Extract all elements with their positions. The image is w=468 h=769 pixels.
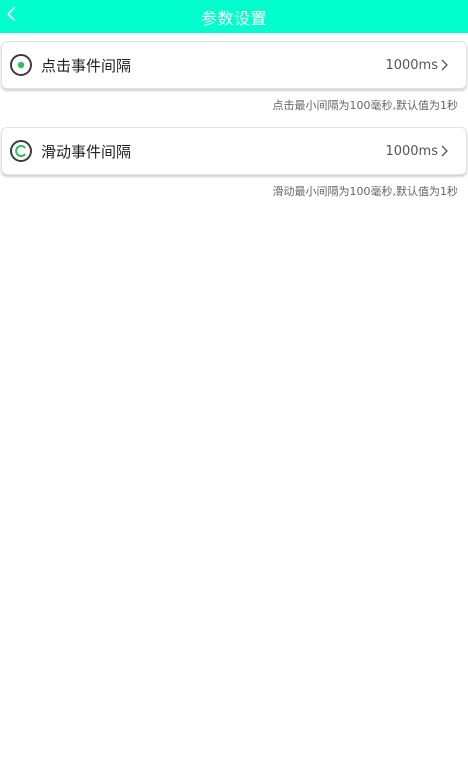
setting-label: 点击事件间隔 xyxy=(41,56,132,75)
chevron-right-icon xyxy=(441,59,448,71)
settings-list: 点击事件间隔 1000ms 点击最小间隔为100毫秒,默认值为1秒 滑动事件间隔… xyxy=(0,33,468,199)
radio-dot-icon xyxy=(9,53,33,77)
swipe-c-icon xyxy=(9,139,33,163)
chevron-right-icon xyxy=(441,145,448,157)
setting-row-swipe-interval[interactable]: 滑动事件间隔 1000ms xyxy=(1,127,467,175)
top-bar: 参数设置 xyxy=(0,0,468,33)
chevron-left-icon xyxy=(7,7,15,21)
back-button[interactable] xyxy=(4,4,18,24)
setting-row-click-interval[interactable]: 点击事件间隔 1000ms xyxy=(1,41,467,89)
setting-label: 滑动事件间隔 xyxy=(41,142,132,161)
setting-hint: 点击最小间隔为100毫秒,默认值为1秒 xyxy=(272,99,459,112)
setting-value: 1000ms xyxy=(385,57,438,73)
setting-value: 1000ms xyxy=(385,143,438,159)
setting-hint: 滑动最小间隔为100毫秒,默认值为1秒 xyxy=(272,185,459,198)
page-title: 参数设置 xyxy=(200,8,267,28)
